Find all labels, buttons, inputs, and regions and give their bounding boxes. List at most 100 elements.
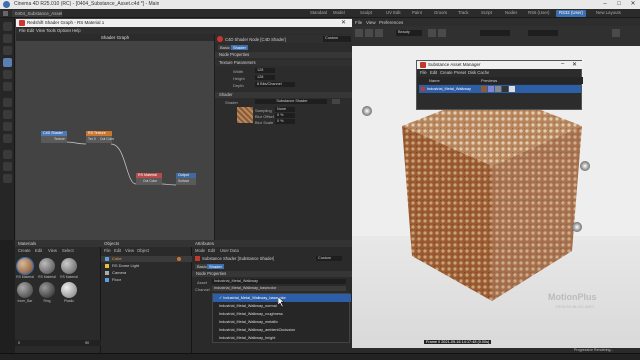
close-icon[interactable]: ✕ xyxy=(572,61,577,68)
attr-menu-edit[interactable]: Edit xyxy=(208,247,215,254)
attr-menu-mode[interactable]: Mode xyxy=(195,247,205,254)
object-row[interactable]: Camera xyxy=(101,270,192,276)
shader-menu-button[interactable] xyxy=(332,99,340,104)
vp-menu-view[interactable]: View xyxy=(366,20,376,25)
layout-groom[interactable]: Groom xyxy=(434,10,447,17)
select-icon[interactable] xyxy=(3,34,12,43)
object-row[interactable]: RS Dome Light xyxy=(101,263,192,269)
model-mode-icon[interactable] xyxy=(3,98,12,107)
menu-options[interactable]: Options xyxy=(57,28,71,33)
tab-basic[interactable]: Basic xyxy=(218,45,232,50)
material-swatch[interactable] xyxy=(16,257,34,275)
texture-params-heading[interactable]: Texture Parameters xyxy=(215,60,354,66)
material-swatch[interactable] xyxy=(39,258,55,274)
close-button[interactable]: ✕ xyxy=(626,0,640,9)
c4d-shader-node[interactable]: C4D Shader Texture xyxy=(41,131,67,143)
layout-model[interactable]: Model xyxy=(333,10,345,17)
tab-shader[interactable]: Shader xyxy=(231,45,248,50)
maximize-button[interactable]: □ xyxy=(612,0,626,9)
material-swatch[interactable] xyxy=(61,258,77,274)
sampling-field[interactable]: None xyxy=(275,107,295,112)
new-layouts-dropdown[interactable]: New Layouts xyxy=(596,10,621,17)
home-icon[interactable] xyxy=(3,11,8,16)
mat-menu-select[interactable]: Select xyxy=(62,247,74,254)
object-row[interactable]: Floor xyxy=(101,277,192,283)
settings-icon[interactable] xyxy=(612,29,620,37)
layout-standard[interactable]: Standard xyxy=(310,10,327,17)
shader-section-heading[interactable]: Shader xyxy=(215,92,354,98)
sam-menu-disk-cache[interactable]: Disk Cache xyxy=(468,70,489,75)
menu-tools[interactable]: Tools xyxy=(46,28,56,33)
scale-icon[interactable] xyxy=(3,70,12,79)
layout-nodes[interactable]: Nodes xyxy=(505,10,517,17)
width-field[interactable]: 128 xyxy=(255,68,275,73)
mode-dropdown[interactable]: Custom xyxy=(323,36,351,42)
layout-track[interactable]: Track xyxy=(458,10,469,17)
mat-menu-edit[interactable]: Edit xyxy=(35,247,42,254)
dropdown-option-metallic[interactable]: Industrial_Metal_Walkway_metallic xyxy=(213,318,351,326)
polygons-mode-icon[interactable] xyxy=(3,134,12,143)
output-node[interactable]: Output Surface xyxy=(176,173,196,185)
minimize-button[interactable]: – xyxy=(598,0,612,9)
material-swatch[interactable] xyxy=(39,282,55,298)
obj-menu-view[interactable]: View xyxy=(125,247,134,254)
document-tab[interactable]: 0404_Substance_Asset... xyxy=(12,10,62,17)
aov-dropdown[interactable]: Beauty xyxy=(396,30,422,36)
axis-icon[interactable] xyxy=(3,174,12,183)
mat-menu-create[interactable]: Create xyxy=(18,247,31,254)
object-row[interactable]: Cube xyxy=(101,256,192,262)
attr-mode-dropdown[interactable]: Custom xyxy=(316,256,342,261)
dropdown-option-ao[interactable]: Industrial_Metal_Walkway_ambientOcclusio… xyxy=(213,326,351,334)
layout-script[interactable]: Script xyxy=(481,10,492,17)
workplane-icon[interactable] xyxy=(3,162,12,171)
menu-view[interactable]: View xyxy=(36,28,45,33)
layout-paint[interactable]: Paint xyxy=(412,10,422,17)
shader-field[interactable]: Substance Shader xyxy=(255,99,327,104)
stop-icon[interactable] xyxy=(365,29,373,37)
ipr-icon[interactable] xyxy=(375,29,383,37)
snapshot-icon[interactable] xyxy=(428,29,436,37)
dropdown-option-height[interactable]: Industrial_Metal_Walkway_height xyxy=(213,334,351,342)
snap-icon[interactable] xyxy=(3,150,12,159)
render-icon[interactable] xyxy=(355,29,363,37)
sam-asset-row[interactable]: Industrial_Metal_Walkway xyxy=(419,85,581,93)
close-icon[interactable]: ✕ xyxy=(341,19,346,26)
obj-menu-file[interactable]: File xyxy=(104,247,111,254)
menu-help[interactable]: Help xyxy=(72,28,81,33)
rs-material-node[interactable]: RS Material Out Color xyxy=(136,173,162,185)
vp-menu-file[interactable]: File xyxy=(355,20,362,25)
menu-file[interactable]: File xyxy=(19,28,26,33)
move-icon[interactable] xyxy=(3,46,12,55)
sam-menu-create[interactable]: Create xyxy=(440,70,453,75)
layout-sculpt[interactable]: Sculpt xyxy=(360,10,372,17)
coordinate-icon[interactable] xyxy=(3,82,12,91)
channel-dropdown[interactable]: Industrial_Metal_Walkway_basecolor xyxy=(212,286,346,291)
material-tag-icon[interactable] xyxy=(177,257,181,261)
dropdown-option-roughness[interactable]: Industrial_Metal_Walkway_roughness xyxy=(213,310,351,318)
tab-shader[interactable]: Shader xyxy=(207,264,224,269)
asset-field[interactable]: Industrial_Metal_Walkway xyxy=(212,279,346,284)
mat-menu-view[interactable]: View xyxy=(48,247,57,254)
zoom-dropdown[interactable] xyxy=(480,30,510,36)
edges-mode-icon[interactable] xyxy=(3,122,12,131)
rs-texture-node[interactable]: RS Texture Tex 0 Out Color xyxy=(86,131,114,143)
rotate-icon[interactable] xyxy=(3,58,12,67)
attr-menu-user-data[interactable]: User Data xyxy=(220,247,239,254)
node-canvas[interactable]: C4D Shader Texture RS Texture Tex 0 Out … xyxy=(16,41,214,241)
depth-field[interactable]: 8 Bits/Channel xyxy=(255,82,295,87)
material-swatch[interactable] xyxy=(17,282,33,298)
sam-menu-file[interactable]: File xyxy=(420,70,427,75)
obj-menu-edit[interactable]: Edit xyxy=(114,247,121,254)
layout-rs6-user[interactable]: RS6 (User) xyxy=(528,10,550,17)
blur-offset-field[interactable]: 0 % xyxy=(275,113,295,118)
menu-edit[interactable]: Edit xyxy=(27,28,34,33)
obj-menu-object[interactable]: Object xyxy=(137,247,149,254)
points-mode-icon[interactable] xyxy=(3,110,12,119)
material-swatch[interactable] xyxy=(61,282,77,298)
undo-icon[interactable] xyxy=(3,22,12,31)
sam-menu-preset[interactable]: Preset xyxy=(454,70,466,75)
height-field[interactable]: 128 xyxy=(255,75,275,80)
layout-rs32-user[interactable]: RS32 (User) xyxy=(556,10,586,17)
sam-menu-edit[interactable]: Edit xyxy=(430,70,437,75)
timeline[interactable]: 0 90 xyxy=(15,340,101,346)
